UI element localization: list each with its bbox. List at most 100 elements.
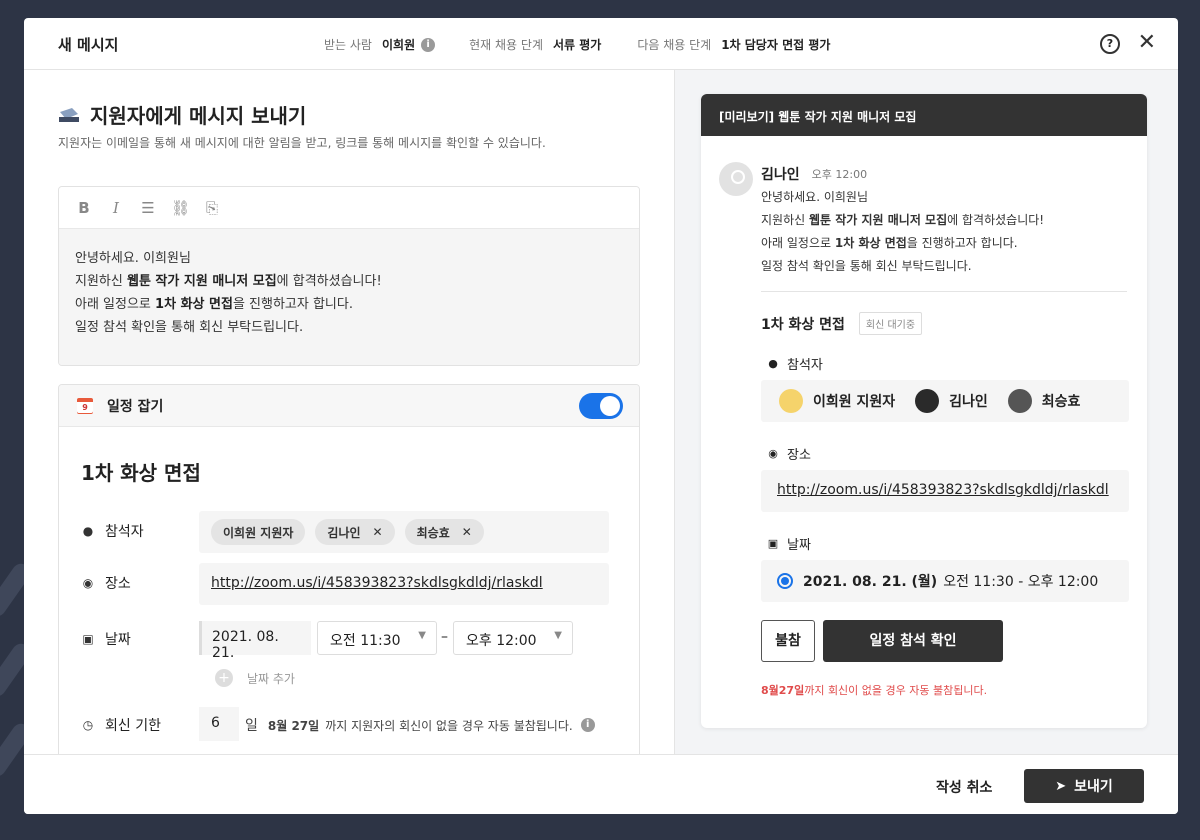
schedule-section: 일정 잡기 1차 화상 면접 ● 참석자 이희원 지원자 김나인✕ 최승효✕ ◉… bbox=[58, 384, 640, 754]
modal-header: 새 메시지 받는 사람 이희원 i 현재 채용 단계 서류 평가 다음 채용 단… bbox=[24, 18, 1178, 70]
calendar-icon bbox=[77, 397, 93, 414]
modal-footer: 작성 취소 ➤ 보내기 bbox=[24, 754, 1178, 814]
recipient-name: 이희원 bbox=[381, 38, 416, 52]
compose-title-text: 지원자에게 메시지 보내기 bbox=[90, 104, 307, 128]
end-time-select[interactable]: 오후 12:00 ▼ bbox=[453, 621, 573, 655]
date-row: ▣ 날짜 bbox=[81, 629, 201, 649]
attendee-chip: 최승효 ✕ bbox=[404, 519, 484, 545]
list-icon[interactable]: ☰ bbox=[139, 199, 157, 217]
body-line-3: 아래 일정으로 1차 화상 면접을 진행하고자 합니다. bbox=[75, 297, 353, 312]
calendar-check-icon: ▣ bbox=[82, 632, 94, 646]
body-line-4: 일정 참석 확인을 통해 회신 부탁드립니다. bbox=[75, 320, 304, 335]
next-stage-label: 다음 채용 단계 bbox=[637, 38, 712, 52]
deadline-row: ◷ 회신 기한 bbox=[81, 715, 201, 735]
attendee: 김나인 bbox=[915, 389, 988, 413]
preview-date-option[interactable]: 2021. 08. 21. (월) 오전 11:30 - 오후 12:00 bbox=[761, 560, 1129, 602]
location-row: ◉ 장소 bbox=[81, 573, 201, 593]
avatar bbox=[719, 162, 753, 196]
location-input[interactable]: http://zoom.us/i/458393823?skdlsgkdldj/r… bbox=[199, 563, 609, 605]
preview-header: [미리보기] 웹툰 작가 지원 매니저 모집 bbox=[701, 94, 1147, 136]
body-line-2: 지원하신 웹툰 작가 지원 매니저 모집에 합격하셨습니다! bbox=[75, 274, 382, 289]
body-line-1: 안녕하세요. 이희원님 bbox=[75, 251, 191, 266]
avatar bbox=[915, 389, 940, 413]
avatar bbox=[1007, 389, 1032, 413]
start-time-select[interactable]: 오전 11:30 ▼ bbox=[317, 621, 437, 655]
stage-value: 서류 평가 bbox=[552, 38, 602, 52]
editor-body[interactable]: 안녕하세요. 이희원님 지원하신 웹툰 작가 지원 매니저 모집에 합격하셨습니… bbox=[59, 229, 639, 365]
event-title-input[interactable]: 1차 화상 면접 bbox=[81, 457, 201, 486]
recipient-label: 받는 사람 bbox=[324, 38, 372, 52]
emoji-avatar bbox=[779, 389, 803, 413]
envelope-icon bbox=[59, 107, 79, 122]
editor-toolbar: B I ☰ ⛓ ⎘ bbox=[59, 187, 639, 229]
status-badge: 회신 대기중 bbox=[858, 312, 923, 335]
cancel-button[interactable]: 작성 취소 bbox=[936, 777, 992, 797]
deadline-days-input[interactable]: 6 bbox=[199, 707, 239, 741]
deadline-text: 일 8월 27일 까지 지원자의 회신이 없을 경우 자동 불참됩니다. i bbox=[245, 715, 595, 735]
add-date-button[interactable]: + 날짜 추가 bbox=[215, 669, 295, 687]
sent-time: 오후 12:00 bbox=[811, 168, 868, 181]
plus-icon: + bbox=[215, 669, 233, 687]
compose-panel: 지원자에게 메시지 보내기 지원자는 이메일을 통해 새 메시지에 대한 알림을… bbox=[24, 70, 674, 754]
attendees-label: 참석자 bbox=[105, 524, 144, 540]
remove-icon[interactable]: ✕ bbox=[462, 525, 472, 539]
message-editor[interactable]: B I ☰ ⛓ ⎘ 안녕하세요. 이희원님 지원하신 웹툰 작가 지원 매니저 … bbox=[58, 186, 640, 366]
preview-date-label: ▣ 날짜 bbox=[767, 537, 811, 553]
next-stage-value: 1차 담당자 면접 평가 bbox=[721, 38, 831, 52]
compose-subtitle: 지원자는 이메일을 통해 새 메시지에 대한 알림을 받고, 링크를 통해 메시… bbox=[58, 136, 546, 150]
info-icon[interactable]: i bbox=[421, 37, 436, 52]
person-icon: ● bbox=[82, 524, 94, 538]
preview-card: [미리보기] 웹툰 작가 지원 매니저 모집 김나인 오후 12:00 안녕하세… bbox=[701, 94, 1147, 728]
date-label: 날짜 bbox=[105, 632, 131, 648]
deadline-label: 회신 기한 bbox=[105, 718, 161, 734]
preview-attendees: 이희원 지원자 김나인 최승효 bbox=[761, 380, 1129, 422]
calendar-check-icon: ▣ bbox=[767, 537, 779, 550]
schedule-toggle[interactable] bbox=[579, 393, 623, 419]
auto-decline-warning: 8월27일까지 회신이 없을 경우 자동 불참됩니다. bbox=[761, 684, 988, 697]
decline-button[interactable]: 불참 bbox=[761, 620, 815, 662]
bold-icon[interactable]: B bbox=[75, 199, 93, 217]
chevron-down-icon: ▼ bbox=[554, 630, 562, 641]
italic-icon[interactable]: I bbox=[107, 199, 125, 217]
preview-panel: [미리보기] 웹툰 작가 지원 매니저 모집 김나인 오후 12:00 안녕하세… bbox=[674, 70, 1178, 754]
date-input[interactable]: 2021. 08. 21. bbox=[199, 621, 311, 661]
info-icon[interactable]: i bbox=[580, 718, 595, 732]
preview-location-link[interactable]: http://zoom.us/i/458393823?skdlsgkdldj/r… bbox=[761, 470, 1129, 512]
send-button[interactable]: ➤ 보내기 bbox=[1024, 769, 1144, 803]
compose-title: 지원자에게 메시지 보내기 bbox=[58, 100, 306, 129]
person-icon: ● bbox=[768, 357, 778, 370]
attendees-field[interactable]: 이희원 지원자 김나인 ✕ 최승효 ✕ bbox=[199, 511, 609, 553]
attendee-chip: 김나인 ✕ bbox=[315, 519, 395, 545]
remove-icon[interactable]: ✕ bbox=[373, 525, 383, 539]
radio-selected[interactable] bbox=[777, 573, 793, 589]
preview-event-title: 1차 화상 면접 회신 대기중 bbox=[761, 312, 923, 335]
preview-attendees-label: ● 참석자 bbox=[768, 357, 823, 373]
new-message-modal: 새 메시지 받는 사람 이희원 i 현재 채용 단계 서류 평가 다음 채용 단… bbox=[24, 18, 1178, 814]
location-pin-icon: ◉ bbox=[768, 447, 778, 460]
send-arrow-icon: ➤ bbox=[1055, 778, 1067, 794]
sender-name: 김나인 bbox=[761, 167, 800, 183]
schedule-header: 일정 잡기 bbox=[59, 385, 639, 427]
confirm-attendance-button[interactable]: 일정 참석 확인 bbox=[823, 620, 1003, 662]
sender-line: 김나인 오후 12:00 bbox=[761, 164, 867, 184]
chevron-down-icon: ▼ bbox=[418, 630, 426, 641]
preview-body: 안녕하세요. 이희원님 지원하신 웹툰 작가 지원 매니저 모집에 합격하셨습니… bbox=[761, 190, 1045, 273]
attendees-row: ● 참석자 bbox=[81, 521, 201, 541]
attendee-chip: 이희원 지원자 bbox=[211, 519, 306, 545]
attach-file-icon[interactable]: ⎘ bbox=[203, 199, 221, 217]
close-icon[interactable]: ✕ bbox=[1138, 30, 1156, 56]
attendee: 이희원 지원자 bbox=[779, 389, 895, 413]
divider bbox=[761, 291, 1127, 292]
modal-title: 새 메시지 bbox=[58, 36, 119, 54]
schedule-header-label: 일정 잡기 bbox=[107, 398, 164, 415]
help-icon[interactable]: ? bbox=[1100, 34, 1120, 54]
stage-label: 현재 채용 단계 bbox=[469, 38, 543, 52]
header-info: 받는 사람 이희원 i 현재 채용 단계 서류 평가 다음 채용 단계 1차 담… bbox=[324, 36, 866, 53]
link-icon[interactable]: ⛓ bbox=[171, 199, 190, 217]
location-label: 장소 bbox=[105, 576, 131, 592]
location-pin-icon: ◉ bbox=[82, 576, 94, 590]
clock-icon: ◷ bbox=[82, 718, 94, 732]
attendee: 최승효 bbox=[1007, 389, 1080, 413]
time-separator: – bbox=[441, 629, 448, 645]
preview-location-label: ◉ 장소 bbox=[768, 447, 811, 463]
